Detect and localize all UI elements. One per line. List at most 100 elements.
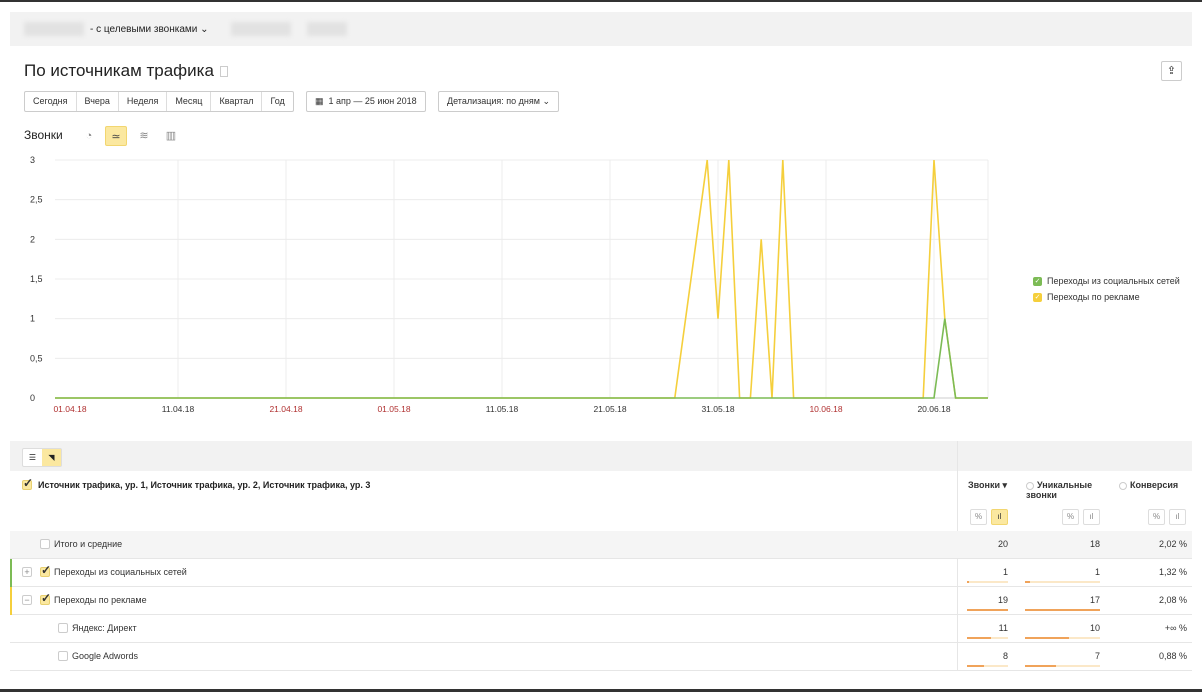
share-icon: ⇪ [1166, 65, 1177, 77]
percent-toggle[interactable]: % [1062, 509, 1079, 525]
unique-calls-value: 10 [1089, 623, 1100, 633]
table-row[interactable]: Google Adwords 8 7 0,88 % [10, 643, 1192, 671]
column-conversion[interactable]: Конверсия [1119, 480, 1178, 490]
conversion-value: 1,32 % [1158, 567, 1187, 577]
bar-chart-icon[interactable]: ▥ [160, 126, 182, 146]
chevron-down-icon: ⌄ [542, 96, 551, 106]
period-week[interactable]: Неделя [119, 92, 168, 111]
calendar-icon: ▦ [315, 96, 324, 106]
unique-calls-bar [1025, 637, 1100, 639]
checkbox[interactable] [58, 623, 68, 633]
checkbox[interactable] [40, 563, 51, 577]
x-tick-label: 11.04.18 [162, 404, 195, 414]
table-row[interactable]: − Переходы по рекламе 19 17 2,08 % [10, 587, 1192, 615]
detail-dropdown[interactable]: Детализация: по дням ⌄ [438, 91, 560, 112]
unique-calls-bar [1025, 609, 1100, 611]
dimensions-header[interactable]: Источник трафика, ур. 1, Источник трафик… [22, 476, 370, 490]
bar-toggle-icon[interactable]: ıl [1083, 509, 1100, 525]
y-tick-label: 2 [30, 234, 35, 244]
date-range-button[interactable]: ▦ 1 апр — 25 июн 2018 [306, 91, 426, 112]
table-row[interactable]: + Переходы из социальных сетей 1 1 1,32 % [10, 559, 1192, 587]
row-label: Яндекс: Директ [72, 623, 137, 633]
pie-chart-icon[interactable]: ◔ [78, 126, 100, 146]
blurred-item [230, 22, 291, 36]
x-tick-label: 21.05.18 [593, 404, 626, 414]
row-label: Переходы из социальных сетей [54, 567, 187, 577]
legend-item-social[interactable]: ✓ Переходы из социальных сетей [1033, 273, 1180, 289]
calls-value: 19 [997, 595, 1008, 605]
checkbox[interactable] [40, 591, 51, 605]
x-tick-label: 20.06.18 [917, 404, 950, 414]
window-top-border [0, 0, 1202, 2]
chart-legend: ✓ Переходы из социальных сетей ✓ Переходы … [1033, 273, 1180, 305]
bookmark-icon[interactable] [219, 66, 228, 78]
x-tick-label: 31.05.18 [701, 404, 734, 414]
column-unique-calls[interactable]: Уникальные звонки [1026, 480, 1101, 500]
percent-toggle[interactable]: % [1148, 509, 1165, 525]
x-tick-label: 01.05.18 [377, 404, 410, 414]
unique-calls-value: 7 [1094, 651, 1100, 661]
period-year[interactable]: Год [262, 92, 292, 111]
unique-calls-value: 1 [1094, 567, 1100, 577]
breadcrumb: - с целевыми звонками ⌄ [10, 12, 1192, 46]
conversion-value: +∞ % [1164, 623, 1187, 633]
blurred-counter-name [24, 22, 84, 36]
table-toolbar: ☰ ◥ [10, 441, 1192, 471]
unique-calls-bar [1025, 665, 1100, 667]
table-row[interactable]: Яндекс: Директ 11 10 +∞ % [10, 615, 1192, 643]
calls-bar [967, 609, 1008, 611]
period-quarter[interactable]: Квартал [211, 92, 263, 111]
checkbox-icon: ✓ [1033, 292, 1042, 302]
calls-bar [967, 581, 1008, 583]
radio-icon [1119, 481, 1127, 490]
y-tick-label: 1,5 [30, 274, 43, 284]
row-color-marker [10, 587, 12, 615]
collapse-icon[interactable]: − [22, 595, 32, 605]
goal-selector[interactable]: - с целевыми звонками ⌄ [90, 24, 209, 35]
period-today[interactable]: Сегодня [25, 92, 77, 111]
tree-view-icon[interactable]: ◥ [42, 449, 61, 466]
bar-toggle-icon[interactable]: ıl [991, 509, 1008, 525]
x-tick-label: 21.04.18 [269, 404, 302, 414]
row-color-marker [10, 559, 12, 587]
calls-bar [967, 637, 1008, 639]
calls-value: 11 [998, 623, 1008, 633]
calls-bar [967, 665, 1008, 667]
calls-value: 1 [1002, 567, 1008, 577]
x-tick-label: 11.05.18 [486, 404, 519, 414]
calls-value: 20 [997, 539, 1008, 549]
x-tick-label: 10.06.18 [809, 404, 842, 414]
y-tick-label: 0 [30, 393, 35, 403]
checkbox[interactable] [40, 539, 50, 549]
line-chart: 0 0,5 1 1,5 2 2,5 3 01.04.18 11.04.18 21.04.18 01.… [30, 155, 989, 414]
row-label: Переходы по рекламе [54, 595, 147, 605]
x-tick-label: 01.04.18 [53, 404, 86, 414]
checkbox[interactable] [22, 476, 33, 490]
percent-toggle[interactable]: % [970, 509, 987, 525]
unique-calls-bar [1025, 581, 1100, 583]
unique-calls-value: 17 [1089, 595, 1100, 605]
column-calls[interactable]: Звонки ▾ [968, 480, 1007, 491]
period-buttons: Сегодня Вчера Неделя Месяц Квартал Год [24, 91, 294, 112]
y-tick-label: 3 [30, 155, 35, 165]
legend-item-ads[interactable]: ✓ Переходы по рекламе [1033, 289, 1180, 305]
stacked-area-icon[interactable]: ≋ [133, 126, 155, 146]
bar-toggle-icon[interactable]: ıl [1169, 509, 1186, 525]
chart-title: Звонки [24, 128, 63, 142]
export-button[interactable]: ⇪ [1161, 61, 1182, 81]
y-tick-label: 1 [30, 314, 35, 324]
conversion-value: 2,02 % [1158, 539, 1187, 549]
expand-icon[interactable]: + [22, 567, 32, 577]
checkbox[interactable] [58, 651, 68, 661]
chevron-down-icon: ⌄ [200, 23, 209, 35]
flat-view-icon[interactable]: ☰ [23, 449, 42, 466]
table-row[interactable]: Итого и средние 20 18 2,02 % [10, 531, 1192, 559]
blurred-item [306, 22, 347, 36]
row-label: Google Adwords [72, 651, 139, 661]
checkbox-icon: ✓ [1033, 276, 1042, 286]
calls-value: 8 [1002, 651, 1008, 661]
period-yesterday[interactable]: Вчера [77, 92, 119, 111]
period-month[interactable]: Месяц [167, 92, 212, 111]
line-chart-icon[interactable]: ≃ [105, 126, 127, 146]
page-title: По источникам трафика [24, 61, 228, 81]
